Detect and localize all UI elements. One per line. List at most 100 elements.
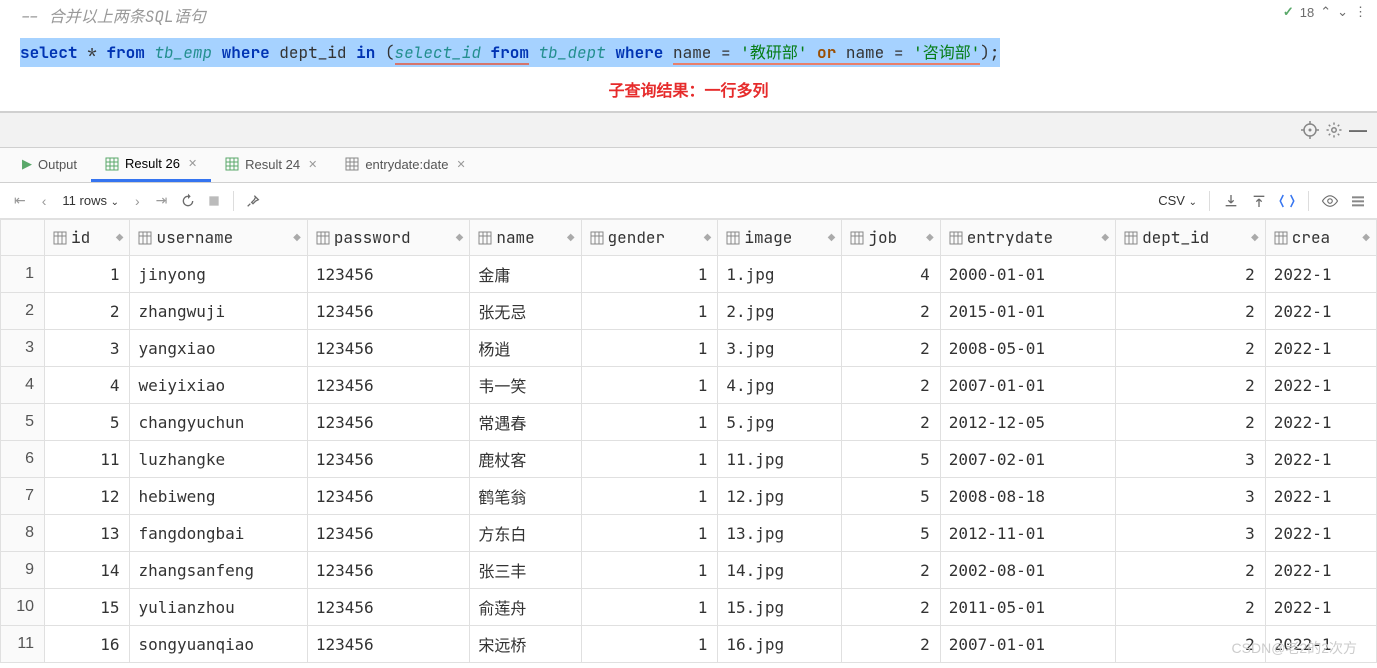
tab-result-26[interactable]: Result 26 ✕: [91, 148, 211, 182]
cell-entrydate[interactable]: 2008-05-01: [940, 330, 1115, 367]
cell-id[interactable]: 15: [45, 589, 130, 626]
cell-gender[interactable]: 1: [581, 626, 718, 663]
close-icon[interactable]: ✕: [456, 158, 465, 171]
cell-job[interactable]: 4: [842, 256, 940, 293]
table-row[interactable]: 1116songyuanqiao123456宋远桥116.jpg22007-01…: [1, 626, 1377, 663]
close-icon[interactable]: ✕: [188, 157, 197, 170]
cell-gender[interactable]: 1: [581, 293, 718, 330]
cell-crea[interactable]: 2022-1: [1265, 404, 1376, 441]
sort-icon[interactable]: ◆: [293, 232, 299, 243]
cell-username[interactable]: jinyong: [130, 256, 307, 293]
tab-result-24[interactable]: Result 24 ✕: [211, 149, 331, 182]
cell-job[interactable]: 2: [842, 589, 940, 626]
cell-entrydate[interactable]: 2015-01-01: [940, 293, 1115, 330]
last-page-button[interactable]: ⇥: [152, 190, 172, 211]
cell-username[interactable]: zhangwuji: [130, 293, 307, 330]
cell-job[interactable]: 2: [842, 626, 940, 663]
cell-name[interactable]: 韦一笑: [470, 367, 581, 404]
cell-entrydate[interactable]: 2012-12-05: [940, 404, 1115, 441]
cell-username[interactable]: zhangsanfeng: [130, 552, 307, 589]
column-header-job[interactable]: job◆: [842, 220, 940, 256]
table-row[interactable]: 611luzhangke123456鹿杖客111.jpg52007-02-013…: [1, 441, 1377, 478]
cell-dept_id[interactable]: 2: [1116, 552, 1266, 589]
cell-id[interactable]: 5: [45, 404, 130, 441]
target-icon[interactable]: [1301, 121, 1319, 139]
sort-icon[interactable]: ◆: [116, 232, 122, 243]
settings-icon[interactable]: [1349, 192, 1367, 210]
first-page-button[interactable]: ⇤: [10, 190, 30, 211]
cell-entrydate[interactable]: 2012-11-01: [940, 515, 1115, 552]
cell-dept_id[interactable]: 2: [1116, 293, 1266, 330]
cell-password[interactable]: 123456: [307, 330, 470, 367]
next-page-button[interactable]: ›: [131, 191, 144, 211]
sort-icon[interactable]: ◆: [1362, 232, 1368, 243]
column-header-username[interactable]: username◆: [130, 220, 307, 256]
sql-editor[interactable]: ✓ 18 ⌃ ⌄ ⋮ -- 合并以上两条SQL语句 select * from …: [0, 0, 1377, 112]
cell-crea[interactable]: 2022-1: [1265, 626, 1376, 663]
cell-id[interactable]: 2: [45, 293, 130, 330]
sort-icon[interactable]: ◆: [567, 232, 573, 243]
cell-password[interactable]: 123456: [307, 626, 470, 663]
cell-crea[interactable]: 2022-1: [1265, 515, 1376, 552]
table-row[interactable]: 33yangxiao123456杨逍13.jpg22008-05-0122022…: [1, 330, 1377, 367]
cell-dept_id[interactable]: 3: [1116, 515, 1266, 552]
column-header-entrydate[interactable]: entrydate◆: [940, 220, 1115, 256]
cell-image[interactable]: 12.jpg: [718, 478, 842, 515]
sort-icon[interactable]: ◆: [926, 232, 932, 243]
cell-password[interactable]: 123456: [307, 256, 470, 293]
cell-image[interactable]: 15.jpg: [718, 589, 842, 626]
cell-crea[interactable]: 2022-1: [1265, 367, 1376, 404]
cell-image[interactable]: 1.jpg: [718, 256, 842, 293]
cell-entrydate[interactable]: 2002-08-01: [940, 552, 1115, 589]
cell-gender[interactable]: 1: [581, 330, 718, 367]
cell-image[interactable]: 3.jpg: [718, 330, 842, 367]
prev-page-button[interactable]: ‹: [38, 191, 51, 211]
cell-id[interactable]: 13: [45, 515, 130, 552]
cell-password[interactable]: 123456: [307, 478, 470, 515]
cell-username[interactable]: luzhangke: [130, 441, 307, 478]
cell-image[interactable]: 5.jpg: [718, 404, 842, 441]
cell-crea[interactable]: 2022-1: [1265, 589, 1376, 626]
cell-name[interactable]: 杨逍: [470, 330, 581, 367]
column-header-image[interactable]: image◆: [718, 220, 842, 256]
table-row[interactable]: 55changyuchun123456常遇春15.jpg22012-12-052…: [1, 404, 1377, 441]
cell-image[interactable]: 13.jpg: [718, 515, 842, 552]
reload-icon[interactable]: [179, 192, 197, 210]
cell-job[interactable]: 5: [842, 478, 940, 515]
cell-username[interactable]: songyuanqiao: [130, 626, 307, 663]
cell-dept_id[interactable]: 2: [1116, 256, 1266, 293]
table-row[interactable]: 914zhangsanfeng123456张三丰114.jpg22002-08-…: [1, 552, 1377, 589]
column-header-crea[interactable]: crea◆: [1265, 220, 1376, 256]
sort-icon[interactable]: ◆: [828, 232, 834, 243]
gear-icon[interactable]: [1325, 121, 1343, 139]
cell-entrydate[interactable]: 2011-05-01: [940, 589, 1115, 626]
cell-job[interactable]: 2: [842, 552, 940, 589]
cell-gender[interactable]: 1: [581, 441, 718, 478]
sql-query-line[interactable]: select * from tb_emp where dept_id in (s…: [0, 34, 1377, 72]
result-grid[interactable]: id◆username◆password◆name◆gender◆image◆j…: [0, 219, 1377, 663]
cell-job[interactable]: 2: [842, 367, 940, 404]
cell-entrydate[interactable]: 2007-02-01: [940, 441, 1115, 478]
cell-image[interactable]: 14.jpg: [718, 552, 842, 589]
cell-id[interactable]: 3: [45, 330, 130, 367]
sort-icon[interactable]: ◆: [456, 232, 462, 243]
column-header-dept_id[interactable]: dept_id◆: [1116, 220, 1266, 256]
cell-dept_id[interactable]: 2: [1116, 330, 1266, 367]
cell-name[interactable]: 宋远桥: [470, 626, 581, 663]
cell-job[interactable]: 2: [842, 330, 940, 367]
cell-username[interactable]: fangdongbai: [130, 515, 307, 552]
cell-dept_id[interactable]: 2: [1116, 367, 1266, 404]
column-header-password[interactable]: password◆: [307, 220, 470, 256]
download-icon[interactable]: [1222, 192, 1240, 210]
cell-crea[interactable]: 2022-1: [1265, 552, 1376, 589]
cell-dept_id[interactable]: 2: [1116, 589, 1266, 626]
cell-username[interactable]: yulianzhou: [130, 589, 307, 626]
compare-icon[interactable]: [1278, 192, 1296, 210]
cell-gender[interactable]: 1: [581, 256, 718, 293]
cell-name[interactable]: 常遇春: [470, 404, 581, 441]
pin-icon[interactable]: [244, 192, 262, 210]
cell-id[interactable]: 16: [45, 626, 130, 663]
cell-crea[interactable]: 2022-1: [1265, 441, 1376, 478]
cell-dept_id[interactable]: 3: [1116, 478, 1266, 515]
cell-dept_id[interactable]: 2: [1116, 404, 1266, 441]
